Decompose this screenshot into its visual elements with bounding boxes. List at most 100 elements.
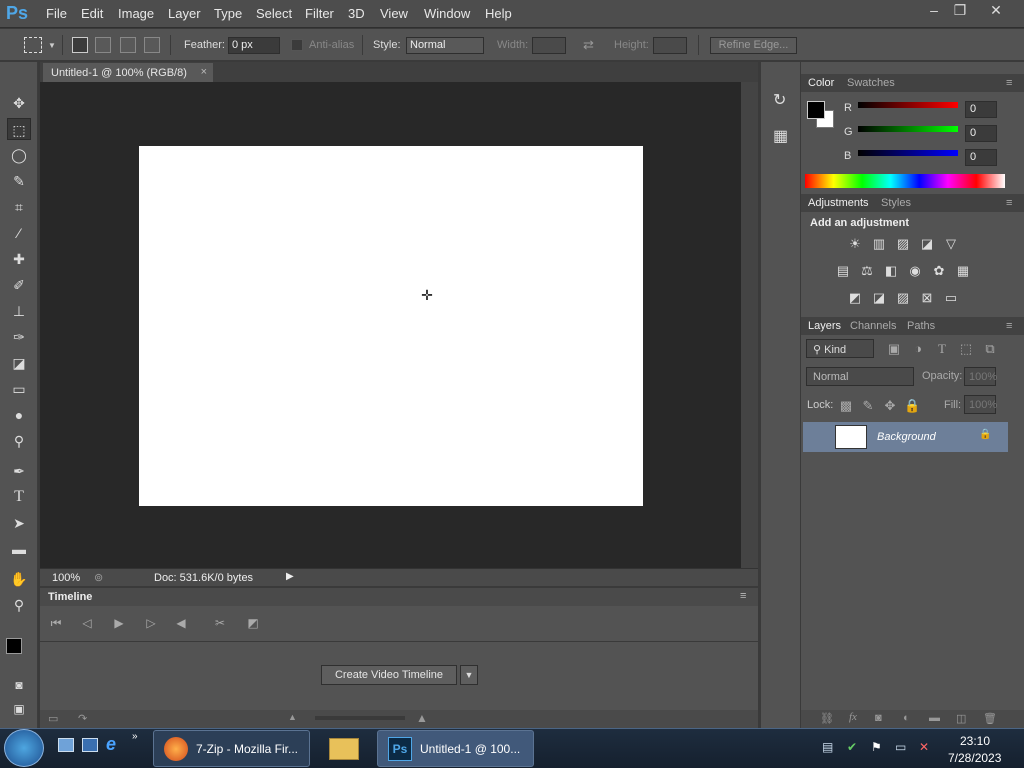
new-layer-icon[interactable]: ◫ [956,712,966,725]
timeline-menu-icon[interactable]: ≡ [740,590,746,602]
intersect-selection-icon[interactable] [144,37,160,53]
tab-adjustments[interactable]: Adjustments [808,197,869,209]
menu-select[interactable]: Select [256,6,292,21]
tab-layers[interactable]: Layers [808,320,841,332]
show-desktop-icon[interactable] [58,738,74,752]
volume-muted-icon[interactable]: ✕ [919,740,929,754]
eyedropper-tool-icon[interactable]: ⁄ [7,222,31,244]
pixel-layer-filter-icon[interactable]: ▣ [886,341,902,357]
taskbar-date[interactable]: 7/28/2023 [948,751,1001,765]
curves-icon[interactable]: ▨ [895,236,911,252]
zoom-in-mountain-icon[interactable]: ▲ [416,711,428,725]
hue-saturation-icon[interactable]: ▤ [835,263,851,279]
color-lookup-icon[interactable]: ▦ [955,263,971,279]
monitor-tray-icon[interactable]: ▭ [895,740,906,754]
subtract-selection-icon[interactable] [120,37,136,53]
add-to-selection-icon[interactable] [95,37,111,53]
lasso-tool-icon[interactable]: ◯ [7,144,31,166]
type-tool-icon[interactable]: T [7,486,31,508]
opacity-input[interactable]: 100% [964,367,997,386]
layer-row-background[interactable]: Background 🔒 [803,422,1008,452]
network-tray-icon[interactable]: ▤ [822,740,833,754]
tab-channels[interactable]: Channels [850,320,896,332]
clone-stamp-tool-icon[interactable]: ⊥ [7,300,31,322]
refine-edge-button[interactable]: Refine Edge... [710,37,797,54]
security-tray-icon[interactable]: ✔ [847,740,857,754]
quick-launch-overflow-icon[interactable]: » [132,731,138,742]
new-selection-icon[interactable] [72,37,88,53]
levels-icon[interactable]: ▥ [871,236,887,252]
brightness-contrast-icon[interactable]: ☀ [847,236,863,252]
taskbar-app-photoshop[interactable]: Ps Untitled-1 @ 100... [377,730,534,767]
exposure-icon[interactable]: ◪ [919,236,935,252]
red-value-input[interactable]: 0 [965,101,997,118]
taskbar-time[interactable]: 23:10 [960,734,990,748]
height-input[interactable] [653,37,687,54]
quick-mask-icon[interactable]: ◙ [7,674,31,696]
adjustment-layer-filter-icon[interactable]: ◑ [910,341,926,357]
timeline-frames-icon[interactable]: ▭ [48,712,58,725]
add-mask-icon[interactable]: ◙ [875,712,882,724]
threshold-icon[interactable]: ▨ [895,290,911,306]
new-adjustment-layer-icon[interactable]: ◐ [903,712,910,724]
green-value-input[interactable]: 0 [965,125,997,142]
link-layers-icon[interactable]: ⛓ [820,712,834,725]
create-video-timeline-button[interactable]: Create Video Timeline [321,665,457,685]
minimize-button[interactable]: ‒ [922,0,946,20]
menu-view[interactable]: View [380,6,408,21]
menu-image[interactable]: Image [118,6,154,21]
split-scissors-icon[interactable]: ✂ [211,616,229,632]
tab-swatches[interactable]: Swatches [847,77,895,89]
posterize-icon[interactable]: ◪ [871,290,887,306]
action-center-flag-icon[interactable]: ⚑ [871,740,882,754]
brush-tool-icon[interactable]: ✐ [7,274,31,296]
invert-icon[interactable]: ◩ [847,290,863,306]
zoom-out-mountain-icon[interactable]: ▲ [288,712,297,722]
delete-layer-trash-icon[interactable]: 🗑 [983,712,997,725]
layer-style-fx-icon[interactable]: fx [849,711,857,723]
gradient-map-icon[interactable]: ▭ [943,290,959,306]
vertical-scrollbar[interactable] [741,82,758,568]
rectangle-shape-tool-icon[interactable]: ▬ [7,538,31,560]
preset-chevron-down-icon[interactable]: ▼ [48,41,56,50]
layer-filter-select[interactable]: ⚲ Kind [806,339,874,358]
audio-icon[interactable]: ◀ [172,616,190,632]
menu-3d[interactable]: 3D [348,6,365,21]
remote-desktop-icon[interactable] [82,738,98,752]
timeline-zoom-slider[interactable] [315,716,405,720]
hand-tool-icon[interactable]: ✋ [7,568,31,590]
blue-slider[interactable] [858,150,958,156]
feather-input[interactable]: 0 px [228,37,280,54]
next-frame-icon[interactable]: ▷ [142,616,160,632]
taskbar-app-firefox[interactable]: 7-Zip - Mozilla Fir... [153,730,310,767]
gradient-tool-icon[interactable]: ▭ [7,378,31,400]
lock-all-icon[interactable]: 🔒 [904,398,920,414]
photo-filter-icon[interactable]: ◉ [907,263,923,279]
transition-icon[interactable]: ◩ [244,616,262,632]
start-button-windows-icon[interactable] [4,729,44,767]
fill-input[interactable]: 100% [964,395,997,414]
zoom-tool-icon[interactable]: ⚲ [7,594,31,616]
rectangular-marquee-tool-icon[interactable]: ⬚ [7,118,31,140]
path-selection-tool-icon[interactable]: ➤ [7,512,31,534]
red-slider[interactable] [858,102,958,108]
blend-mode-select[interactable]: Normal [806,367,914,386]
zoom-level[interactable]: 100% [52,572,80,584]
style-select[interactable]: Normal [406,37,484,54]
menu-window[interactable]: Window [424,6,470,21]
new-group-folder-icon[interactable]: ▬ [929,712,940,724]
swap-dimensions-icon[interactable]: ⇄ [583,37,594,53]
vibrance-icon[interactable]: ▽ [943,236,959,252]
previous-frame-icon[interactable]: ◁ [78,616,96,632]
play-icon[interactable]: ▶ [110,616,128,632]
foreground-color-swatch[interactable] [6,638,22,654]
color-panel-menu-icon[interactable]: ≡ [1006,77,1012,89]
status-settings-icon[interactable]: ⊚ [94,571,103,584]
menu-type[interactable]: Type [214,6,242,21]
tab-color[interactable]: Color [808,77,834,89]
menu-file[interactable]: File [46,6,67,21]
foreground-color-preview[interactable] [807,101,825,119]
color-balance-icon[interactable]: ⚖ [859,263,875,279]
history-brush-tool-icon[interactable]: ✑ [7,326,31,348]
close-button[interactable]: ✕ [976,0,1016,20]
